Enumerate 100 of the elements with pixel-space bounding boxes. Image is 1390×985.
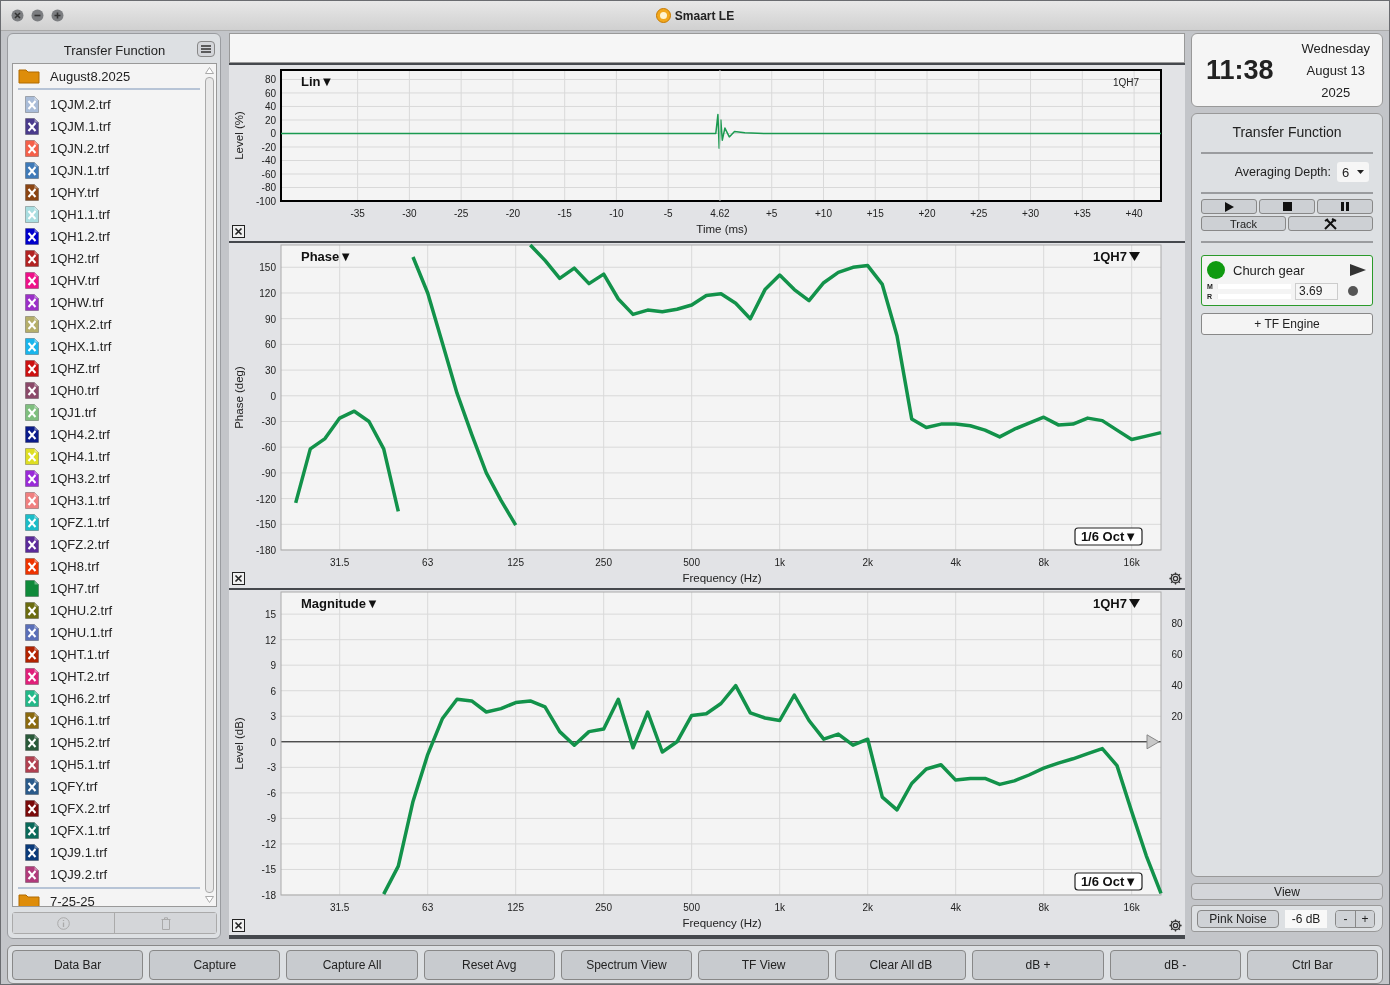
settings-icon[interactable] <box>1168 571 1183 586</box>
file-name[interactable]: 1QHX.2.trf <box>50 316 112 332</box>
file-name[interactable]: 1QJN.2.trf <box>50 140 110 156</box>
file-name[interactable]: 1QH1.1.trf <box>50 206 110 222</box>
file-name[interactable]: 1QHY.trf <box>50 184 99 200</box>
hidden-document-icon[interactable] <box>25 469 39 487</box>
add-engine-button[interactable]: + TF Engine <box>1201 313 1373 335</box>
stop-button[interactable] <box>1259 199 1315 214</box>
tools-button[interactable] <box>1288 216 1373 231</box>
increase-button[interactable]: + <box>1355 910 1374 927</box>
file-name[interactable]: 1QH6.2.trf <box>50 690 110 706</box>
view-mode-dropdown[interactable]: Lin▼ <box>301 74 334 89</box>
file-name[interactable]: 1QH1.2.trf <box>50 228 110 244</box>
file-name[interactable]: 1QJ9.1.trf <box>50 844 108 860</box>
file-name[interactable]: 1QH3.1.trf <box>50 492 110 508</box>
play-icon[interactable] <box>1350 264 1366 276</box>
hidden-document-icon[interactable] <box>25 183 39 201</box>
toolbar-button[interactable]: dB - <box>1109 949 1241 980</box>
file-name[interactable]: 1QFZ.2.trf <box>50 536 110 552</box>
file-name[interactable]: 1QJ1.trf <box>50 404 97 420</box>
file-name[interactable]: 1QHT.1.trf <box>50 646 110 662</box>
hidden-document-icon[interactable] <box>25 425 39 443</box>
hidden-document-icon[interactable] <box>25 777 39 795</box>
menu-button[interactable] <box>197 41 215 57</box>
toolbar-button[interactable]: Capture All <box>286 949 418 980</box>
hidden-document-icon[interactable] <box>25 249 39 267</box>
hidden-document-icon[interactable] <box>25 117 39 135</box>
hidden-document-icon[interactable] <box>25 843 39 861</box>
close-icon[interactable] <box>232 919 245 932</box>
document-icon[interactable] <box>25 579 39 597</box>
marker-icon[interactable] <box>1146 734 1160 750</box>
trace-name[interactable]: 1QH7 <box>1093 596 1127 611</box>
hidden-document-icon[interactable] <box>25 755 39 773</box>
hidden-document-icon[interactable] <box>25 293 39 311</box>
settings-icon[interactable] <box>1168 918 1183 933</box>
file-name[interactable]: 1QJM.2.trf <box>50 96 111 112</box>
zoom-icon[interactable] <box>51 9 64 22</box>
record-dot-icon[interactable] <box>1348 286 1358 296</box>
file-name[interactable]: 1QH0.trf <box>50 382 100 398</box>
file-name[interactable]: 1QHU.1.trf <box>50 624 113 640</box>
folder-icon[interactable] <box>18 893 40 906</box>
folder-name[interactable]: 7-25-25 <box>50 894 95 906</box>
close-icon[interactable] <box>232 225 245 238</box>
file-name[interactable]: 1QH6.1.trf <box>50 712 110 728</box>
file-name[interactable]: 1QHZ.trf <box>50 360 100 376</box>
close-icon[interactable] <box>11 9 24 22</box>
caret-icon[interactable] <box>1129 252 1140 261</box>
hidden-document-icon[interactable] <box>25 821 39 839</box>
file-name[interactable]: 1QFX.1.trf <box>50 822 110 838</box>
hidden-document-icon[interactable] <box>25 535 39 553</box>
scrollbar[interactable] <box>204 64 215 906</box>
toolbar-button[interactable]: Ctrl Bar <box>1246 949 1379 980</box>
generator-button[interactable]: Pink Noise <box>1197 909 1279 928</box>
smoothing-dropdown[interactable]: 1/6 Oct▼ <box>1074 872 1143 891</box>
status-light[interactable] <box>1207 261 1225 279</box>
folder-icon[interactable] <box>18 68 40 84</box>
pause-button[interactable] <box>1317 199 1373 214</box>
file-name[interactable]: 1QHT.2.trf <box>50 668 110 684</box>
file-name[interactable]: 1QHW.trf <box>50 294 104 310</box>
folder-name[interactable]: August8.2025 <box>50 68 131 84</box>
smoothing-dropdown[interactable]: 1/6 Oct▼ <box>1074 527 1143 546</box>
file-name[interactable]: 1QH4.2.trf <box>50 426 110 442</box>
file-name[interactable]: 1QJM.1.trf <box>50 118 111 134</box>
toolbar-button[interactable]: Reset Avg <box>423 949 555 980</box>
hidden-document-icon[interactable] <box>25 381 39 399</box>
file-name[interactable]: 1QH7.trf <box>50 580 100 596</box>
file-name[interactable]: 1QJN.1.trf <box>50 162 110 178</box>
generator-level-field[interactable]: -6 dB <box>1285 909 1327 928</box>
caret-icon[interactable] <box>1129 599 1140 608</box>
hidden-document-icon[interactable] <box>25 359 39 377</box>
file-name[interactable]: 1QH2.trf <box>50 250 100 266</box>
averaging-dropdown[interactable]: 6 <box>1337 162 1369 182</box>
view-button[interactable]: View <box>1191 883 1383 900</box>
toolbar-button[interactable]: TF View <box>698 949 830 980</box>
trace-name[interactable]: 1QH7 <box>1093 249 1127 264</box>
file-name[interactable]: 1QFX.2.trf <box>50 800 110 816</box>
play-button[interactable] <box>1201 199 1257 214</box>
file-name[interactable]: 1QH4.1.trf <box>50 448 110 464</box>
file-name[interactable]: 1QHU.2.trf <box>50 602 113 618</box>
hidden-document-icon[interactable] <box>25 733 39 751</box>
minimize-icon[interactable] <box>31 9 44 22</box>
file-name[interactable]: 1QFZ.1.trf <box>50 514 110 530</box>
toolbar-button[interactable]: dB + <box>972 949 1104 980</box>
file-name[interactable]: 1QH5.2.trf <box>50 734 110 750</box>
file-name[interactable]: 1QH5.1.trf <box>50 756 110 772</box>
file-name[interactable]: 1QHX.1.trf <box>50 338 112 354</box>
hidden-document-icon[interactable] <box>25 799 39 817</box>
hidden-document-icon[interactable] <box>25 645 39 663</box>
track-button[interactable]: Track <box>1201 216 1286 231</box>
delay-field[interactable]: 3.69 <box>1295 282 1338 300</box>
scrollbar-thumb[interactable] <box>205 77 214 893</box>
close-icon[interactable] <box>232 572 245 585</box>
file-name[interactable]: 1QHV.trf <box>50 272 100 288</box>
view-mode-dropdown[interactable]: Magnitude▼ <box>301 596 379 611</box>
toolbar-button[interactable]: Spectrum View <box>560 949 692 980</box>
file-name[interactable]: 1QH3.2.trf <box>50 470 110 486</box>
file-name[interactable]: 1QFY.trf <box>50 778 98 794</box>
toolbar-button[interactable]: Clear All dB <box>835 949 967 980</box>
file-name[interactable]: 1QJ9.2.trf <box>50 866 108 882</box>
view-mode-dropdown[interactable]: Phase▼ <box>301 249 353 264</box>
